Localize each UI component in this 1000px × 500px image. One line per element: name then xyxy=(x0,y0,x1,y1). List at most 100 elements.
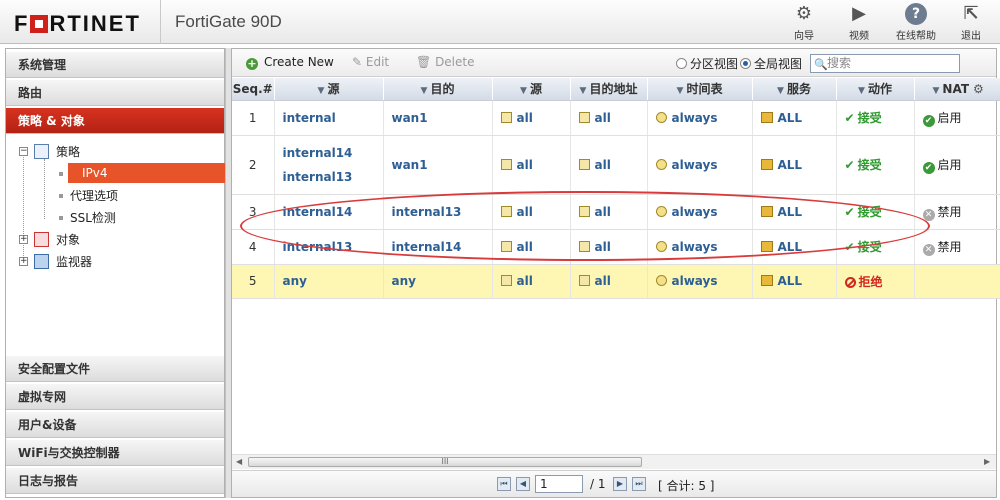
scrollbar-thumb[interactable]: III xyxy=(248,457,642,467)
cell-schedule[interactable]: always xyxy=(647,194,753,230)
col-nat[interactable]: ▼ NAT ⚙ xyxy=(914,78,1000,101)
tree-item-ipv4[interactable]: IPv4 xyxy=(18,163,228,185)
cell-nat[interactable]: ✕ 禁用 xyxy=(914,229,1000,265)
col-seq[interactable]: Seq.# xyxy=(232,78,275,101)
filter-icon[interactable]: ▼ xyxy=(777,86,784,96)
cell-destination[interactable]: all xyxy=(570,135,648,195)
cell-destination[interactable]: all xyxy=(570,264,648,299)
cell-dst-interface[interactable]: wan1 xyxy=(383,100,493,136)
tree-item-policy[interactable]: − 策略 xyxy=(18,141,224,163)
table-row[interactable]: 4 internal13 internal14 all all always A… xyxy=(232,229,1000,265)
create-new-button[interactable]: + Create New xyxy=(246,55,334,70)
filter-icon[interactable]: ▼ xyxy=(580,86,587,96)
cell-source[interactable]: all xyxy=(492,135,571,195)
col-action[interactable]: ▼ 动作 xyxy=(836,78,915,101)
filter-icon[interactable]: ▼ xyxy=(318,86,325,96)
cell-schedule[interactable]: always xyxy=(647,264,753,299)
table-row[interactable]: 1 internal wan1 all all always ALL ✔ 接受 ✔… xyxy=(232,100,1000,136)
cell-nat[interactable]: ✕ 禁用 xyxy=(914,194,1000,230)
filter-icon[interactable]: ▼ xyxy=(520,86,527,96)
cell-destination[interactable]: all xyxy=(570,229,648,265)
tree-item-objects[interactable]: + 对象 xyxy=(18,229,224,251)
cell-service[interactable]: ALL xyxy=(752,264,837,299)
cell-src-interface[interactable]: internal xyxy=(274,100,384,136)
tree-item-ssl-inspection[interactable]: SSL检测 xyxy=(18,207,224,229)
filter-icon[interactable]: ▼ xyxy=(677,86,684,96)
col-service[interactable]: ▼ 服务 xyxy=(752,78,837,101)
sidebar-section-wifi-switch[interactable]: WiFi与交换控制器 xyxy=(6,440,224,466)
cell-schedule[interactable]: always xyxy=(647,229,753,265)
logout-button[interactable]: ⇱ 退出 xyxy=(948,3,994,42)
section-view-radio[interactable]: 分区视图 xyxy=(676,55,738,72)
expand-icon[interactable]: + xyxy=(19,235,28,244)
cell-nat[interactable]: ✔ 启用 xyxy=(914,100,1000,136)
tree-item-proxy-options[interactable]: 代理选项 xyxy=(18,185,224,207)
wizard-button[interactable]: ⚙ 向导 xyxy=(781,3,827,42)
first-page-icon[interactable]: ⏮ xyxy=(497,477,511,491)
scroll-right-icon[interactable]: ▶ xyxy=(984,457,990,466)
cell-dst-interface[interactable]: wan1 xyxy=(383,135,493,195)
sidebar-section-security-profiles[interactable]: 安全配置文件 xyxy=(6,356,224,382)
cell-schedule[interactable]: always xyxy=(647,100,753,136)
filter-icon[interactable]: ▼ xyxy=(421,86,428,96)
page-number-input[interactable]: 1 xyxy=(535,475,583,493)
help-button[interactable]: ? 在线帮助 xyxy=(893,3,939,42)
col-src-interface[interactable]: ▼ 源 xyxy=(274,78,384,101)
col-destination[interactable]: ▼ 目的地址 xyxy=(570,78,648,101)
cell-source[interactable]: all xyxy=(492,264,571,299)
cell-nat[interactable] xyxy=(914,264,1000,299)
cell-action[interactable]: ✔ 接受 xyxy=(836,229,915,265)
sidebar-section-log-report[interactable]: 日志与报告 xyxy=(6,468,224,494)
cell-source[interactable]: all xyxy=(492,229,571,265)
delete-button[interactable]: 🗑 Delete xyxy=(416,55,475,69)
cell-source[interactable]: all xyxy=(492,194,571,230)
cell-service[interactable]: ALL xyxy=(752,135,837,195)
col-source[interactable]: ▼ 源 xyxy=(492,78,571,101)
cell-destination[interactable]: all xyxy=(570,194,648,230)
horizontal-scrollbar[interactable]: ◀ III ▶ xyxy=(232,454,996,469)
cell-dst-interface[interactable]: internal13 xyxy=(383,194,493,230)
table-row[interactable]: 2 internal14 internal13 wan1 all all alwa… xyxy=(232,135,1000,195)
video-button[interactable]: ▶ 视频 xyxy=(836,3,882,42)
expand-icon[interactable]: + xyxy=(19,257,28,266)
address-icon xyxy=(500,111,512,123)
search-input[interactable]: 🔍 搜索 xyxy=(810,54,960,73)
scroll-left-icon[interactable]: ◀ xyxy=(236,457,242,466)
cell-src-interface[interactable]: internal13 xyxy=(274,229,384,265)
sidebar-section-vpn[interactable]: 虚拟专网 xyxy=(6,384,224,410)
sidebar-section-user-device[interactable]: 用户&设备 xyxy=(6,412,224,438)
cell-source[interactable]: all xyxy=(492,100,571,136)
filter-icon[interactable]: ▼ xyxy=(858,86,865,96)
cell-action[interactable]: 拒绝 xyxy=(836,264,915,299)
collapse-icon[interactable]: − xyxy=(19,147,28,156)
cell-nat[interactable]: ✔ 启用 xyxy=(914,135,1000,195)
cell-action[interactable]: ✔ 接受 xyxy=(836,194,915,230)
tree-item-monitor[interactable]: + 监视器 xyxy=(18,251,224,273)
global-view-radio[interactable]: 全局视图 xyxy=(740,55,802,72)
prev-page-icon[interactable]: ◀ xyxy=(516,477,530,491)
cell-schedule[interactable]: always xyxy=(647,135,753,195)
cell-service[interactable]: ALL xyxy=(752,194,837,230)
sidebar-section-policy-objects[interactable]: 策略 & 对象 xyxy=(6,108,224,134)
table-row[interactable]: 5 any any all all always ALL 拒绝 xyxy=(232,264,1000,299)
cell-action[interactable]: ✔ 接受 xyxy=(836,100,915,136)
cell-dst-interface[interactable]: internal14 xyxy=(383,229,493,265)
column-settings-icon[interactable]: ⚙ xyxy=(973,82,984,96)
filter-icon[interactable]: ▼ xyxy=(933,86,940,96)
cell-src-interface[interactable]: any xyxy=(274,264,384,299)
cell-destination[interactable]: all xyxy=(570,100,648,136)
cell-action[interactable]: ✔ 接受 xyxy=(836,135,915,195)
col-dst-interface[interactable]: ▼ 目的 xyxy=(383,78,493,101)
cell-service[interactable]: ALL xyxy=(752,100,837,136)
next-page-icon[interactable]: ▶ xyxy=(613,477,627,491)
sidebar-section-router[interactable]: 路由 xyxy=(6,80,224,106)
last-page-icon[interactable]: ⏭ xyxy=(632,477,646,491)
sidebar-section-system[interactable]: 系统管理 xyxy=(6,52,224,78)
cell-src-interface[interactable]: internal14 xyxy=(274,194,384,230)
col-schedule[interactable]: ▼ 时间表 xyxy=(647,78,753,101)
table-row[interactable]: 3 internal14 internal13 all all always A… xyxy=(232,194,1000,230)
edit-button[interactable]: ✎ Edit xyxy=(352,55,389,69)
cell-src-interface[interactable]: internal14 internal13 xyxy=(274,135,384,195)
cell-dst-interface[interactable]: any xyxy=(383,264,493,299)
cell-service[interactable]: ALL xyxy=(752,229,837,265)
